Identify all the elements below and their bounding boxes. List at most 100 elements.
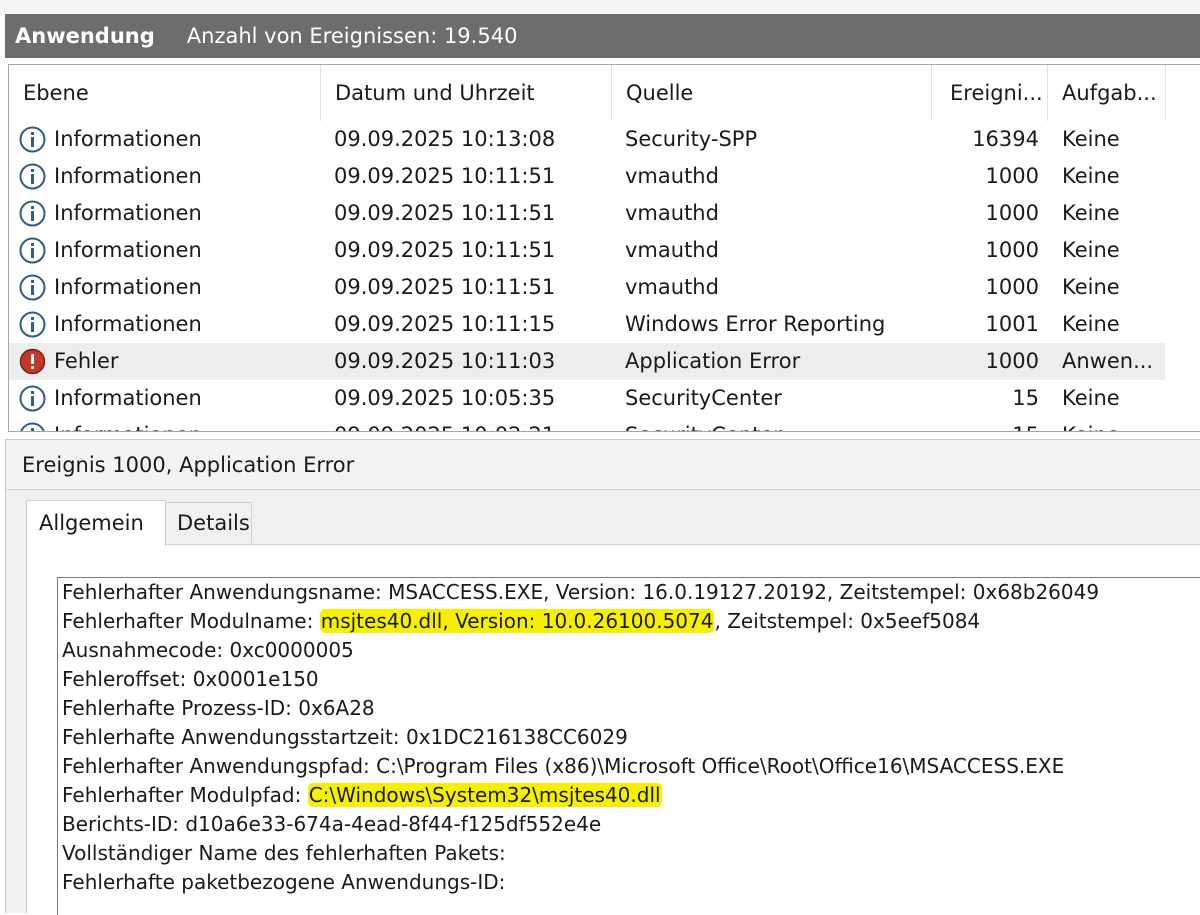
description-text-segment: Fehlerhafter Modulpfad: <box>62 783 308 807</box>
event-date: 09.09.2025 10:05:35 <box>334 386 556 410</box>
event-task: Keine <box>1062 164 1120 188</box>
event-source: SecurityCenter <box>625 417 925 431</box>
event-row[interactable]: Informationen 09.09.2025 10:02:21 Security… <box>9 417 1165 431</box>
event-id: 1000 <box>985 201 1039 225</box>
event-source: vmauthd <box>625 201 719 225</box>
description-text-segment: Fehlerhafter Anwendungspfad: C:\Program … <box>62 754 1065 778</box>
event-description[interactable]: Fehlerhafter Anwendungsname: MSACCESS.EX… <box>57 577 1200 915</box>
event-task: Keine <box>1062 127 1120 151</box>
event-row[interactable]: Informationen 09.09.2025 10:13:08 Security… <box>9 121 1165 158</box>
event-date: 09.09.2025 10:11:51 <box>334 238 556 262</box>
column-task[interactable]: Aufgab... <box>1048 65 1166 121</box>
info-icon <box>19 163 46 190</box>
event-source: vmauthd <box>625 275 719 299</box>
description-text-segment: Fehlerhafte Prozess-ID: 0x6A28 <box>62 696 375 720</box>
error-icon <box>19 348 46 375</box>
event-id: 16394 <box>972 127 1039 151</box>
event-id: 1000 <box>985 349 1039 373</box>
event-list[interactable]: Ebene Datum und Uhrzeit Quelle Ereigni..… <box>8 64 1200 432</box>
pane-splitter[interactable] <box>0 432 1200 439</box>
description-line: Ausnahmecode: 0xc0000005 <box>62 636 1099 665</box>
event-source: vmauthd <box>625 164 719 188</box>
event-date: 09.09.2025 10:11:03 <box>334 349 556 373</box>
highlighted-text: C:\Windows\System32\msjtes40.dll <box>307 783 662 807</box>
event-id: 1000 <box>985 275 1039 299</box>
column-level[interactable]: Ebene <box>9 65 321 121</box>
description-line: Fehlerhafte paketbezogene Anwendungs-ID: <box>62 868 1099 897</box>
event-id: 15 <box>929 417 1039 431</box>
event-date: 09.09.2025 10:13:08 <box>334 127 556 151</box>
description-line: Fehlerhafter Modulname: msjtes40.dll, Ve… <box>62 607 1099 636</box>
event-date: 09.09.2025 10:11:51 <box>334 275 556 299</box>
info-icon <box>19 422 46 431</box>
event-task: Keine <box>1062 312 1120 336</box>
event-row[interactable]: Informationen 09.09.2025 10:11:51 vmauthd 1… <box>9 269 1165 306</box>
description-text-segment: Ausnahmecode: 0xc0000005 <box>62 638 354 662</box>
info-icon <box>19 385 46 412</box>
event-row[interactable]: Informationen 09.09.2025 10:11:51 vmauthd 1… <box>9 195 1165 232</box>
top-strip <box>0 0 1200 14</box>
event-source: Windows Error Reporting <box>625 312 886 336</box>
event-source: vmauthd <box>625 238 719 262</box>
event-id: 15 <box>1012 386 1039 410</box>
event-level: Informationen <box>54 127 202 151</box>
event-row[interactable]: Informationen 09.09.2025 10:11:51 vmauthd 1… <box>9 158 1165 195</box>
description-text-segment: Berichts-ID: d10a6e33-674a-4ead-8f44-f12… <box>62 812 602 836</box>
event-task: Anwen... <box>1062 349 1154 373</box>
event-detail-pane: Ereignis 1000, Application Error Allgeme… <box>5 439 1200 915</box>
event-level: Informationen <box>54 238 202 262</box>
event-id: 1001 <box>985 312 1039 336</box>
description-line: Fehlerhafter Modulpfad: C:\Windows\Syste… <box>62 781 1099 810</box>
event-task: Keine <box>1062 238 1120 262</box>
event-level: Informationen <box>54 275 202 299</box>
event-task: Keine <box>1062 275 1120 299</box>
event-source: SecurityCenter <box>625 386 782 410</box>
description-line: Fehlerhafter Anwendungsname: MSACCESS.EX… <box>62 578 1099 607</box>
event-level: Fehler <box>54 349 119 373</box>
event-row[interactable]: Fehler 09.09.2025 10:11:03 Application Err… <box>9 343 1165 380</box>
event-date: 09.09.2025 10:02:21 <box>334 417 604 431</box>
info-icon <box>19 126 46 153</box>
detail-title: Ereignis 1000, Application Error <box>6 440 1200 490</box>
tab-details[interactable]: Details <box>164 502 252 546</box>
description-line: Fehleroffset: 0x0001e150 <box>62 665 1099 694</box>
event-row[interactable]: Informationen 09.09.2025 10:05:35 Security… <box>9 380 1165 417</box>
column-source[interactable]: Quelle <box>612 65 932 121</box>
description-text-segment: Vollständiger Name des fehlerhaften Pake… <box>62 841 506 865</box>
description-line: Fehlerhafte Anwendungsstartzeit: 0x1DC21… <box>62 723 1099 752</box>
event-id: 1000 <box>985 164 1039 188</box>
event-level: Informationen <box>54 312 202 336</box>
description-line: Vollständiger Name des fehlerhaften Pake… <box>62 839 1099 868</box>
event-level: Informationen <box>54 417 314 431</box>
event-task: Keine <box>1062 386 1120 410</box>
description-text-segment: , Zeitstempel: 0x5eef5084 <box>714 609 981 633</box>
event-date: 09.09.2025 10:11:15 <box>334 312 556 336</box>
event-level: Informationen <box>54 201 202 225</box>
column-header: Ebene Datum und Uhrzeit Quelle Ereigni..… <box>9 65 1200 121</box>
description-line: Fehlerhafter Anwendungspfad: C:\Program … <box>62 752 1099 781</box>
event-date: 09.09.2025 10:11:51 <box>334 201 556 225</box>
description-text-segment: Fehlerhafte paketbezogene Anwendungs-ID: <box>62 870 506 894</box>
tab-general[interactable]: Allgemein <box>26 500 166 546</box>
log-header: Anwendung Anzahl von Ereignissen: 19.540 <box>5 14 1200 58</box>
description-text-segment: Fehlerhafte Anwendungsstartzeit: 0x1DC21… <box>62 725 628 749</box>
description-text: Fehlerhafter Anwendungsname: MSACCESS.EX… <box>62 578 1099 897</box>
highlighted-text: msjtes40.dll, Version: 10.0.26100.5074 <box>319 609 715 633</box>
event-task: Keine <box>1062 201 1120 225</box>
event-task: Keine <box>1062 417 1172 431</box>
event-level: Informationen <box>54 164 202 188</box>
description-text-segment: Fehlerhafter Modulname: <box>62 609 320 633</box>
description-line: Fehlerhafte Prozess-ID: 0x6A28 <box>62 694 1099 723</box>
column-date[interactable]: Datum und Uhrzeit <box>321 65 612 121</box>
column-event-id[interactable]: Ereigni... <box>932 65 1048 121</box>
event-source: Application Error <box>625 349 801 373</box>
event-row[interactable]: Informationen 09.09.2025 10:11:51 vmauthd 1… <box>9 232 1165 269</box>
event-level: Informationen <box>54 386 202 410</box>
event-count: Anzahl von Ereignissen: 19.540 <box>186 24 518 48</box>
event-source: Security-SPP <box>625 127 758 151</box>
tab-content-general: Fehlerhafter Anwendungsname: MSACCESS.EX… <box>26 544 1200 915</box>
info-icon <box>19 237 46 264</box>
description-text-segment: Fehlerhafter Anwendungsname: MSACCESS.EX… <box>62 580 1100 604</box>
log-name: Anwendung <box>15 24 155 48</box>
event-row[interactable]: Informationen 09.09.2025 10:11:15 Windows … <box>9 306 1165 343</box>
